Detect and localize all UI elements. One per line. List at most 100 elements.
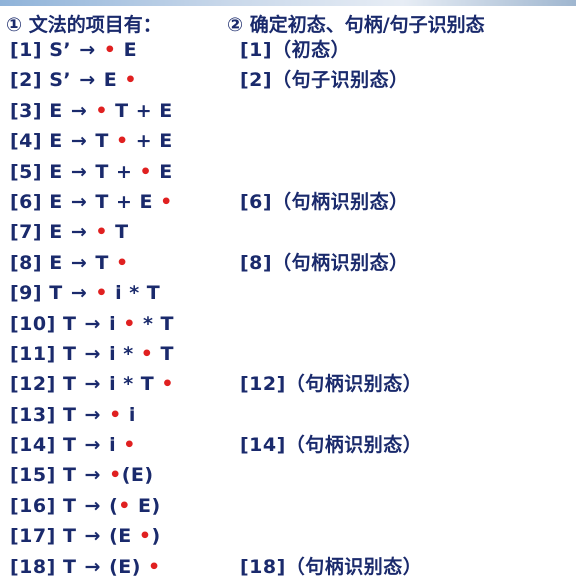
item-lhs: T (62, 403, 77, 426)
item-lhs: E (49, 251, 63, 274)
left-heading: ① 文法的项目有： (6, 14, 162, 36)
item-before-dot: i (109, 434, 124, 457)
item-lhs: E (49, 221, 63, 244)
arrow-icon: → (84, 342, 101, 365)
item-number: [12] (10, 373, 56, 396)
state-row: [18]（句柄识别态） (240, 552, 570, 582)
arrow-icon: → (84, 373, 101, 396)
dot-marker: • (109, 403, 122, 426)
item-row: [1] S’ → • E (10, 35, 240, 65)
item-lhs: S’ (49, 69, 72, 92)
state-row (240, 309, 570, 339)
state-row (240, 400, 570, 430)
item-number: [14] (10, 434, 56, 457)
dot-marker: • (161, 373, 174, 396)
state-row (240, 126, 570, 156)
dot-marker: • (103, 39, 117, 61)
item-lhs: T (62, 555, 77, 578)
item-after-dot: * T (135, 312, 175, 335)
state-label: [2]（句子识别态） (240, 69, 409, 92)
item-number: [8] (10, 251, 43, 274)
item-row: [8] E → T • (10, 248, 240, 278)
item-number: [6] (10, 190, 43, 213)
item-before-dot: E (103, 69, 125, 92)
item-lhs: T (62, 373, 77, 396)
item-lhs: E (49, 99, 63, 122)
item-row: [6] E → T + E • (10, 187, 240, 217)
item-row: [18] T → (E) • (10, 552, 240, 582)
top-banner-strip (0, 0, 576, 6)
state-row (240, 157, 570, 187)
dot-marker: • (95, 99, 109, 122)
dot-marker: • (115, 130, 129, 153)
item-number: [7] (10, 221, 43, 244)
item-row: [3] E → • T + E (10, 96, 240, 126)
item-before-dot: (E (109, 525, 139, 548)
state-label: [6]（句柄识别态） (240, 190, 409, 213)
state-row: [2]（句子识别态） (240, 65, 570, 95)
item-lhs: E (49, 190, 63, 213)
item-before-dot: i (109, 312, 124, 335)
item-row: [16] T → (• E) (10, 491, 240, 521)
dot-marker: • (124, 69, 138, 92)
item-lhs: T (49, 282, 63, 305)
state-row (240, 278, 570, 308)
item-list: [1] S’ → • E [2] S’ → E • [3] E → • T + E[… (10, 35, 240, 582)
item-before-dot: T (95, 130, 116, 153)
state-row: [14]（句柄识别态） (240, 430, 570, 460)
state-list: [1]（初态） [2]（句子识别态） [6]（句柄识别态） [8]（句柄识别态） [12… (240, 35, 570, 582)
item-after-dot: i * T (108, 282, 161, 305)
state-row (240, 339, 570, 369)
item-number: [2] (10, 69, 43, 92)
item-lhs: E (49, 130, 63, 153)
item-row: [10] T → i • * T (10, 309, 240, 339)
item-row: [7] E → • T (10, 217, 240, 247)
arrow-icon: → (70, 251, 88, 274)
item-row: [4] E → T • + E (10, 126, 240, 156)
state-row (240, 217, 570, 247)
item-row: [14] T → i • (10, 430, 240, 460)
item-after-dot: + E (128, 130, 173, 153)
arrow-icon: → (84, 403, 101, 426)
state-row (240, 521, 570, 551)
state-label: [12]（句柄识别态） (240, 373, 423, 396)
item-after-dot: E) (130, 494, 161, 517)
item-lhs: S’ (49, 39, 72, 61)
item-row: [2] S’ → E • (10, 65, 240, 95)
arrow-icon: → (84, 434, 101, 457)
dot-marker: • (95, 282, 109, 305)
item-number: [5] (10, 160, 43, 183)
right-heading: ② 确定初态、句柄/句子识别态 (227, 14, 485, 36)
item-after-dot: E (116, 39, 138, 61)
item-number: [3] (10, 99, 43, 122)
item-row: [17] T → (E •) (10, 521, 240, 551)
dot-marker: • (123, 434, 136, 457)
item-number: [18] (10, 555, 56, 578)
item-after-dot: (E) (121, 464, 154, 487)
arrow-icon: → (70, 99, 88, 122)
dot-marker: • (148, 555, 161, 578)
state-row (240, 491, 570, 521)
dot-marker: • (109, 464, 122, 487)
item-row: [13] T → • i (10, 400, 240, 430)
state-row: [8]（句柄识别态） (240, 248, 570, 278)
item-lhs: T (62, 342, 77, 365)
arrow-icon: → (70, 160, 88, 183)
item-lhs: E (49, 160, 63, 183)
item-row: [5] E → T + • E (10, 157, 240, 187)
arrow-icon: → (70, 190, 88, 213)
state-row (240, 460, 570, 490)
item-row: [11] T → i * • T (10, 339, 240, 369)
dot-marker: • (138, 525, 152, 548)
item-before-dot: (E) (109, 555, 149, 578)
state-row (240, 96, 570, 126)
item-number: [10] (10, 312, 56, 335)
arrow-icon: → (84, 525, 101, 548)
state-row: [1]（初态） (240, 35, 570, 65)
item-number: [9] (10, 282, 43, 305)
item-number: [17] (10, 525, 56, 548)
item-before-dot: i * T (109, 373, 162, 396)
item-number: [15] (10, 464, 56, 487)
dot-marker: • (95, 221, 109, 244)
item-before-dot: T (95, 251, 116, 274)
